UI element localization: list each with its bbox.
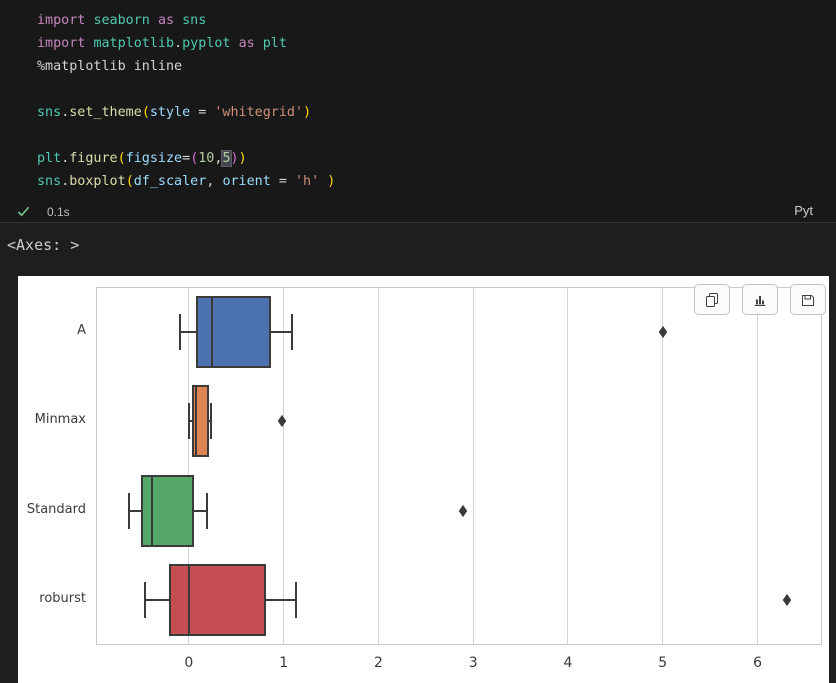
code-line: import seaborn as sns bbox=[37, 13, 207, 28]
code-line: sns.boxplot(df_scaler, orient = 'h' ) bbox=[37, 174, 336, 189]
category-label: A bbox=[77, 322, 86, 338]
plot-output: 0 1 2 3 4 5 6 A Minmax Standard roburst bbox=[18, 276, 829, 683]
code-editor[interactable]: import seaborn as sns import matplotlib.p… bbox=[37, 9, 335, 193]
text-output: <Axes: > bbox=[7, 236, 80, 254]
boxplot-canvas: 0 1 2 3 4 5 6 A Minmax Standard roburst bbox=[18, 276, 829, 683]
boxplot-cap bbox=[187, 403, 190, 440]
boxplot-median bbox=[150, 476, 153, 545]
save-icon bbox=[802, 294, 814, 306]
save-plot-button[interactable] bbox=[790, 284, 826, 315]
boxplot-cap bbox=[205, 492, 208, 529]
boxplot-whisker bbox=[270, 330, 293, 333]
boxplot-whisker bbox=[180, 330, 198, 333]
copy-output-button[interactable] bbox=[694, 284, 730, 315]
cell-status-bar: 0.1s Pyt bbox=[0, 201, 836, 222]
boxplot-median bbox=[210, 297, 213, 366]
category-label: Minmax bbox=[34, 412, 86, 428]
code-line: %matplotlib inline bbox=[37, 59, 183, 74]
open-plot-viewer-button[interactable] bbox=[742, 284, 778, 315]
boxplot-cap bbox=[144, 582, 147, 619]
x-tick-label: 6 bbox=[753, 655, 762, 671]
boxplot-cap bbox=[179, 313, 182, 350]
copy-icon bbox=[706, 292, 718, 307]
boxplot-whisker bbox=[192, 509, 207, 512]
boxplot-box bbox=[168, 564, 266, 637]
output-toolbar bbox=[694, 284, 826, 315]
boxplot-whisker bbox=[129, 509, 143, 512]
code-line: plt.figure(figsize=(10,5)) bbox=[37, 150, 247, 167]
code-line: import matplotlib.pyplot as plt bbox=[37, 36, 287, 51]
success-check-icon bbox=[16, 204, 31, 219]
x-tick-label: 1 bbox=[279, 655, 289, 671]
boxplot-whisker bbox=[145, 599, 170, 602]
boxplot-cap bbox=[209, 403, 212, 440]
boxplot-median bbox=[187, 566, 190, 635]
boxplot-box bbox=[141, 474, 194, 547]
execution-duration: 0.1s bbox=[47, 205, 70, 219]
code-cell[interactable]: import seaborn as sns import matplotlib.p… bbox=[0, 0, 836, 201]
boxplot-cap bbox=[294, 582, 297, 619]
boxplot-cap bbox=[128, 492, 131, 529]
boxplot-box bbox=[191, 385, 209, 458]
boxplot-cap bbox=[291, 313, 294, 350]
category-label: Standard bbox=[26, 501, 86, 517]
x-tick-label: 5 bbox=[658, 655, 668, 671]
x-tick-label: 2 bbox=[373, 655, 383, 671]
x-tick-label: 4 bbox=[563, 655, 573, 671]
boxplot-box bbox=[196, 295, 272, 368]
cell-language-label[interactable]: Pyt bbox=[794, 203, 813, 218]
x-tick-label: 3 bbox=[468, 655, 478, 671]
boxplot-whisker bbox=[264, 599, 296, 602]
bar-chart-icon bbox=[754, 295, 766, 306]
boxplot-median bbox=[195, 387, 198, 456]
category-label: roburst bbox=[39, 591, 86, 607]
x-tick-label: 0 bbox=[184, 655, 194, 671]
code-line: sns.set_theme(style = 'whitegrid') bbox=[37, 105, 312, 120]
